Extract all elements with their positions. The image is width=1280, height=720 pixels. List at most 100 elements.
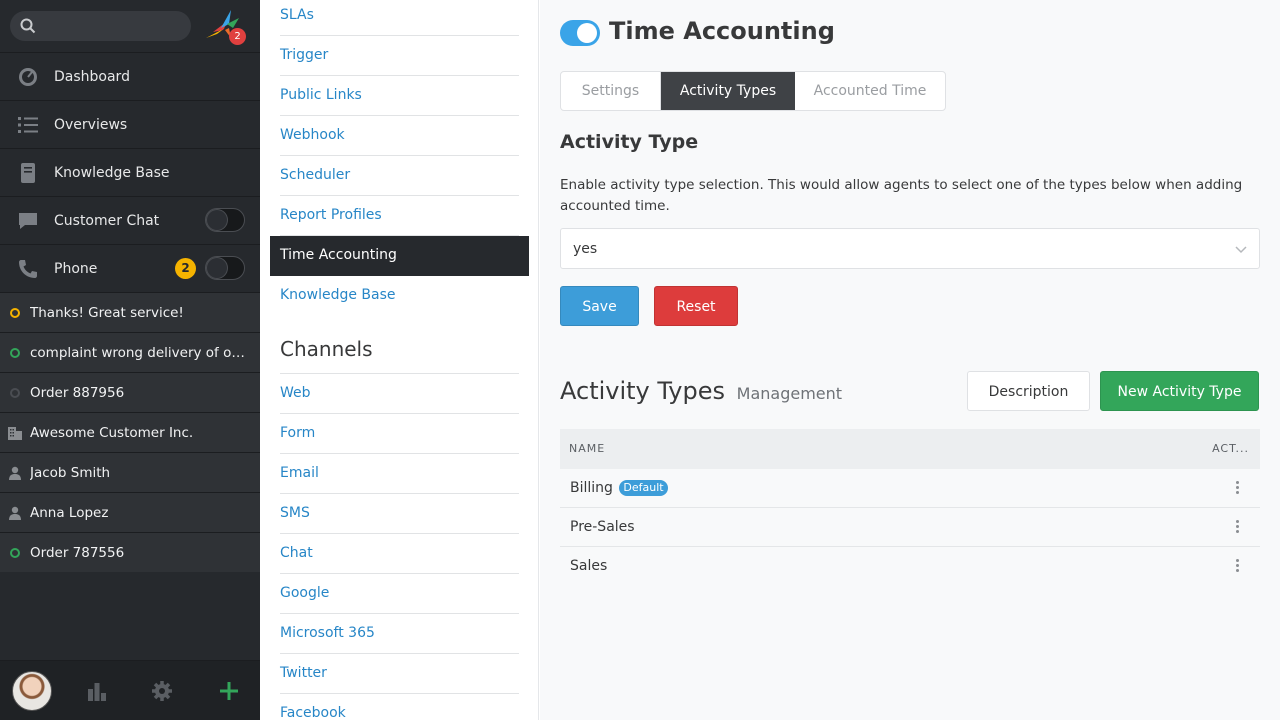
tab-settings[interactable]: Settings bbox=[561, 72, 661, 110]
task-item[interactable]: Order 787556 bbox=[0, 532, 260, 572]
subnav-item-report-profiles[interactable]: Report Profiles bbox=[280, 196, 519, 236]
task-item[interactable]: Jacob Smith bbox=[0, 452, 260, 492]
nav-item-label: Overviews bbox=[54, 117, 128, 133]
search-input[interactable] bbox=[10, 11, 191, 41]
subnav-item-public-links[interactable]: Public Links bbox=[280, 76, 519, 116]
task-label: Jacob Smith bbox=[30, 465, 111, 481]
tab-accounted-time[interactable]: Accounted Time bbox=[795, 72, 945, 110]
subnav-item-facebook[interactable]: Facebook bbox=[280, 694, 519, 720]
setting-description: Enable activity type selection. This wou… bbox=[560, 177, 1243, 214]
main-navigation: 2 Dashboard Overviews Knowledge Base Cus… bbox=[0, 0, 260, 720]
row-actions-icon[interactable] bbox=[1236, 520, 1240, 534]
row-name: Billing Default bbox=[570, 469, 668, 508]
select-value: yes bbox=[573, 241, 598, 257]
list-icon bbox=[18, 117, 38, 133]
ticket-closed-icon bbox=[10, 388, 20, 398]
chat-bubble-icon bbox=[19, 213, 37, 229]
phone-toggle[interactable] bbox=[205, 256, 245, 280]
customer-chat-toggle[interactable] bbox=[205, 208, 245, 232]
activity-types-table: NAME ACT... Billing Default Pre-Sales Sa… bbox=[560, 429, 1260, 586]
column-header-name[interactable]: NAME bbox=[569, 429, 605, 469]
user-icon bbox=[9, 466, 21, 480]
nav-item-label: Dashboard bbox=[54, 69, 130, 85]
management-title-text: Activity Types bbox=[560, 377, 726, 405]
subnav-item-sms[interactable]: SMS bbox=[280, 494, 519, 534]
task-label: Anna Lopez bbox=[30, 505, 109, 521]
save-button[interactable]: Save bbox=[560, 286, 639, 326]
task-item[interactable]: Anna Lopez bbox=[0, 492, 260, 532]
row-name-text: Billing bbox=[570, 480, 613, 496]
reset-button[interactable]: Reset bbox=[654, 286, 738, 326]
subnav-item-twitter[interactable]: Twitter bbox=[280, 654, 519, 694]
nav-bottom-bar bbox=[0, 660, 260, 720]
column-header-actions: ACT... bbox=[1212, 442, 1249, 455]
ticket-new-icon bbox=[10, 548, 20, 558]
organization-icon bbox=[8, 427, 22, 440]
row-name: Pre-Sales bbox=[570, 519, 635, 535]
settings-subnav: SLAs Trigger Public Links Webhook Schedu… bbox=[260, 0, 539, 720]
subnav-item-form[interactable]: Form bbox=[280, 414, 519, 454]
chevron-down-icon bbox=[1235, 246, 1247, 254]
notification-badge[interactable]: 2 bbox=[229, 28, 246, 45]
task-label: Awesome Customer Inc. bbox=[30, 425, 194, 441]
description-button[interactable]: Description bbox=[967, 371, 1090, 411]
subnav-item-web[interactable]: Web bbox=[280, 374, 519, 414]
table-row[interactable]: Pre-Sales bbox=[560, 508, 1260, 547]
activity-type-select[interactable]: yes bbox=[560, 228, 1260, 269]
section-title: Activity Type bbox=[560, 131, 699, 153]
nav-item-label: Customer Chat bbox=[54, 213, 160, 229]
subnav-item-email[interactable]: Email bbox=[280, 454, 519, 494]
task-item[interactable]: Thanks! Great service! bbox=[0, 292, 260, 332]
tab-bar: Settings Activity Types Accounted Time bbox=[560, 71, 946, 111]
default-badge: Default bbox=[619, 480, 668, 496]
task-item[interactable]: complaint wrong delivery of ord... bbox=[0, 332, 260, 372]
phone-count-badge: 2 bbox=[175, 258, 196, 279]
subnav-item-webhook[interactable]: Webhook bbox=[280, 116, 519, 156]
search-icon bbox=[20, 18, 36, 34]
channels-heading: Channels bbox=[280, 334, 519, 374]
subnav-item-microsoft-365[interactable]: Microsoft 365 bbox=[280, 614, 519, 654]
task-label: Order 787556 bbox=[30, 545, 125, 561]
nav-item-customer-chat[interactable]: Customer Chat bbox=[0, 196, 260, 244]
subnav-item-slas[interactable]: SLAs bbox=[280, 0, 519, 36]
task-item[interactable]: Order 887956 bbox=[0, 372, 260, 412]
bar-chart-icon[interactable] bbox=[87, 681, 107, 701]
nav-item-phone[interactable]: Phone bbox=[0, 244, 260, 292]
subnav-item-google[interactable]: Google bbox=[280, 574, 519, 614]
table-row[interactable]: Sales bbox=[560, 547, 1260, 586]
phone-icon bbox=[19, 260, 37, 278]
gear-icon[interactable] bbox=[151, 680, 173, 702]
subnav-item-chat[interactable]: Chat bbox=[280, 534, 519, 574]
subnav-item-scheduler[interactable]: Scheduler bbox=[280, 156, 519, 196]
task-label: Order 887956 bbox=[30, 385, 125, 401]
time-accounting-toggle[interactable] bbox=[560, 20, 600, 46]
row-name: Sales bbox=[570, 558, 608, 574]
new-activity-type-button[interactable]: New Activity Type bbox=[1100, 371, 1259, 411]
task-label: Thanks! Great service! bbox=[30, 305, 184, 321]
dashboard-icon bbox=[19, 68, 37, 86]
task-item[interactable]: Awesome Customer Inc. bbox=[0, 412, 260, 452]
main-content: Time Accounting Settings Activity Types … bbox=[540, 0, 1280, 720]
user-icon bbox=[9, 506, 21, 520]
ticket-open-icon bbox=[10, 308, 20, 318]
tab-activity-types[interactable]: Activity Types bbox=[661, 72, 795, 110]
table-row[interactable]: Billing Default bbox=[560, 469, 1260, 508]
subnav-item-time-accounting[interactable]: Time Accounting bbox=[270, 236, 529, 276]
avatar[interactable] bbox=[12, 671, 52, 711]
nav-item-knowledge-base[interactable]: Knowledge Base bbox=[0, 148, 260, 196]
management-subtitle: Management bbox=[736, 384, 843, 403]
nav-item-label: Phone bbox=[54, 261, 98, 277]
subnav-item-trigger[interactable]: Trigger bbox=[280, 36, 519, 76]
ticket-new-icon bbox=[10, 348, 20, 358]
nav-item-dashboard[interactable]: Dashboard bbox=[0, 52, 260, 100]
task-label: complaint wrong delivery of ord... bbox=[30, 345, 248, 361]
row-actions-icon[interactable] bbox=[1236, 559, 1240, 573]
nav-item-overviews[interactable]: Overviews bbox=[0, 100, 260, 148]
subnav-item-knowledge-base[interactable]: Knowledge Base bbox=[280, 276, 519, 316]
nav-search-row: 2 bbox=[0, 0, 260, 52]
row-actions-icon[interactable] bbox=[1236, 481, 1240, 495]
table-header: NAME ACT... bbox=[560, 429, 1260, 469]
nav-item-label: Knowledge Base bbox=[54, 165, 170, 181]
book-icon bbox=[21, 163, 35, 183]
plus-icon[interactable] bbox=[219, 681, 239, 701]
